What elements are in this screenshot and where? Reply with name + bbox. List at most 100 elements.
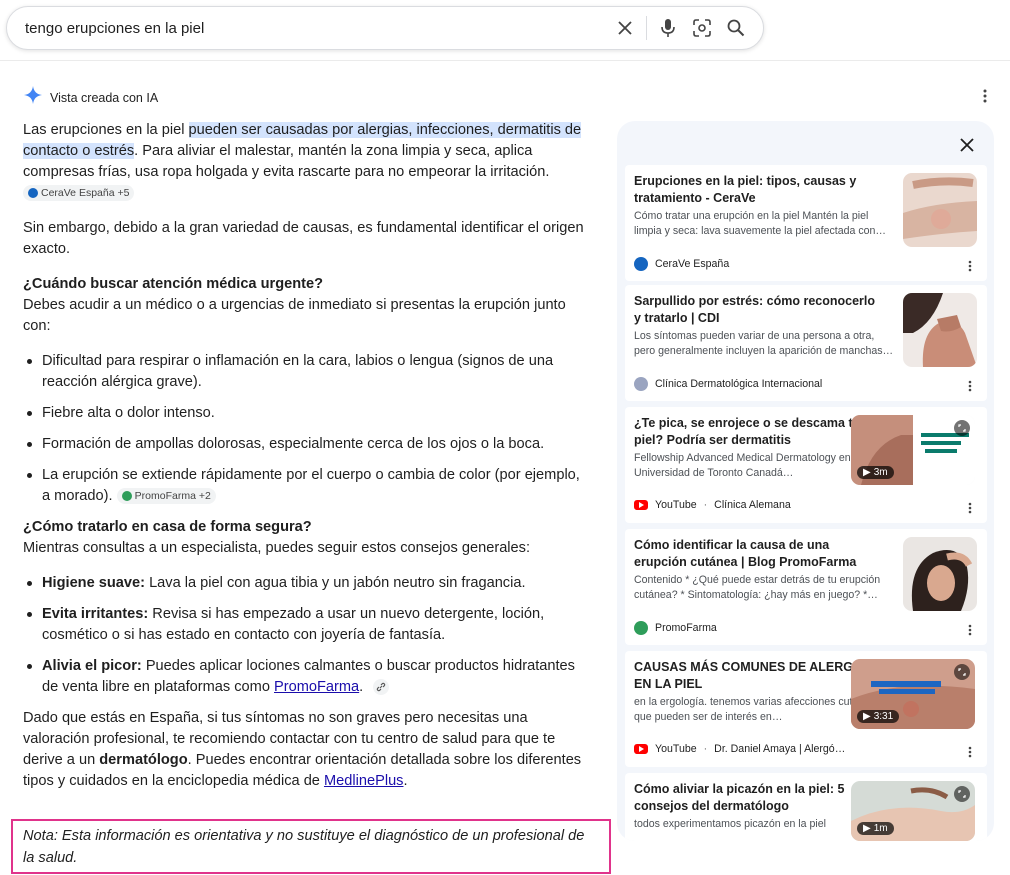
tip-text: Lava la piel con agua tibia y un jabón n… <box>145 575 526 591</box>
source-title[interactable]: Erupciones en la piel: tipos, causas y t… <box>634 173 884 207</box>
clear-icon[interactable] <box>608 11 642 45</box>
more-options-icon[interactable] <box>963 499 977 517</box>
tips-list: Higiene suave: Lava la piel con agua tib… <box>23 573 588 698</box>
list-item: La erupción se extiende rápidamente por … <box>23 465 588 507</box>
source-title[interactable]: CAUSAS MÁS COMUNES DE ALERGIA EN LA PIEL <box>634 659 884 693</box>
search-input[interactable] <box>25 19 608 37</box>
intro-text: Las erupciones en la piel <box>23 122 189 138</box>
list-item: Higiene suave: Lava la piel con agua tib… <box>23 573 588 594</box>
source-attribution: PromoFarma <box>634 621 717 635</box>
dot-separator: · <box>703 499 708 511</box>
sources-panel: Erupciones en la piel: tipos, causas y t… <box>617 121 994 841</box>
search-separator <box>646 16 647 40</box>
source-name: CeraVe España <box>655 258 730 270</box>
video-duration: ▶ 3:31 <box>857 710 900 723</box>
paragraph-2: Sin embargo, debido a la gran variedad d… <box>23 220 584 257</box>
source-name: Clínica Dermatológica Internacional <box>655 378 823 390</box>
heading-home-care: ¿Cómo tratarlo en casa de forma segura? <box>23 519 312 535</box>
source-card[interactable]: Cómo aliviar la picazón en la piel: 5 co… <box>625 773 987 841</box>
source-card[interactable]: ¿Te pica, se enrojece o se descama tu pi… <box>625 407 987 523</box>
home-care-intro: Mientras consultas a un especialista, pu… <box>23 540 531 556</box>
duration-text: 3m <box>873 467 888 478</box>
source-snippet: Cómo tratar una erupción en la piel Mant… <box>634 210 887 237</box>
more-options-icon[interactable] <box>977 86 993 106</box>
clinic-favicon-icon <box>634 377 648 391</box>
citation-chip-cerave[interactable]: CeraVe España +5 <box>23 185 135 202</box>
play-icon: ▶ <box>863 467 871 478</box>
disclaimer-note: Nota: Esta información es orientativa y … <box>11 819 611 874</box>
close-panel-icon[interactable] <box>955 133 979 157</box>
search-bar <box>6 6 764 50</box>
ai-overview-body: Las erupciones en la piel pueden ser cau… <box>23 120 588 806</box>
list-item-text: Dificultad para respirar o inflamación e… <box>42 353 554 390</box>
cerave-favicon-icon <box>634 257 648 271</box>
source-thumbnail[interactable] <box>903 537 977 611</box>
video-thumbnail[interactable]: ▶ 3m <box>851 415 975 485</box>
list-item-text: Formación de ampollas dolorosas, especia… <box>42 436 545 452</box>
medlineplus-link[interactable]: MedlinePlus <box>324 773 404 789</box>
tip-label: Higiene suave: <box>42 575 146 591</box>
source-card[interactable]: CAUSAS MÁS COMUNES DE ALERGIA EN LA PIEL… <box>625 651 987 767</box>
duration-text: 3:31 <box>873 711 894 722</box>
source-card[interactable]: Cómo identificar la causa de una erupció… <box>625 529 987 645</box>
video-duration: ▶ 3m <box>857 466 894 479</box>
source-card[interactable]: Sarpullido por estrés: cómo reconocerlo … <box>625 285 987 401</box>
source-snippet: Contenido * ¿Qué puede estar detrás de t… <box>634 574 881 601</box>
youtube-icon <box>634 744 648 754</box>
source-title[interactable]: ¿Te pica, se enrojece o se descama tu pi… <box>634 415 884 449</box>
duration-text: 1m <box>873 823 888 834</box>
header-divider <box>0 60 1010 61</box>
video-thumbnail[interactable]: ▶ 3:31 <box>851 659 975 729</box>
play-icon: ▶ <box>863 711 871 722</box>
expand-icon[interactable] <box>954 786 970 802</box>
link-icon[interactable] <box>373 679 390 696</box>
video-duration: ▶ 1m <box>857 822 894 835</box>
source-title[interactable]: Cómo aliviar la picazón en la piel: 5 co… <box>634 781 884 815</box>
source-snippet: Los síntomas pueden variar de una person… <box>634 330 894 357</box>
channel-name: Clínica Alemana <box>714 499 791 511</box>
source-title[interactable]: Cómo identificar la causa de una erupció… <box>634 537 884 571</box>
source-thumbnail[interactable] <box>903 173 977 247</box>
cerave-favicon-icon <box>28 188 38 199</box>
tip-label: Alivia el picor: <box>42 658 142 674</box>
tip-label: Evita irritantes: <box>42 606 149 622</box>
list-item: Alivia el picor: Puedes aplicar lociones… <box>23 656 588 698</box>
promofarma-favicon-icon <box>634 621 648 635</box>
ai-overview-title: Vista creada con IA <box>50 90 159 105</box>
source-thumbnail[interactable] <box>903 293 977 367</box>
urgent-intro: Debes acudir a un médico o a urgencias d… <box>23 297 566 334</box>
citation-chip-label: PromoFarma +2 <box>134 490 211 503</box>
more-options-icon[interactable] <box>963 257 977 275</box>
source-name: YouTube <box>655 499 697 511</box>
expand-icon[interactable] <box>954 420 970 436</box>
list-item: Fiebre alta o dolor intenso. <box>23 403 588 424</box>
list-item: Formación de ampollas dolorosas, especia… <box>23 434 588 455</box>
microphone-icon[interactable] <box>651 11 685 45</box>
search-icon[interactable] <box>719 11 753 45</box>
sparkle-icon <box>24 86 42 109</box>
list-item: Dificultad para respirar o inflamación e… <box>23 351 588 393</box>
source-title[interactable]: Sarpullido por estrés: cómo reconocerlo … <box>634 293 884 327</box>
expand-icon[interactable] <box>954 664 970 680</box>
tip-end: . <box>359 679 364 695</box>
source-attribution: YouTube · Clínica Alemana <box>634 499 791 511</box>
source-card[interactable]: Erupciones en la piel: tipos, causas y t… <box>625 165 987 281</box>
youtube-icon <box>634 500 648 510</box>
promofarma-link[interactable]: PromoFarma <box>274 679 359 695</box>
more-options-icon[interactable] <box>963 621 977 639</box>
paragraph-dermatologist: Dado que estás en España, si tus síntoma… <box>23 708 588 792</box>
video-thumbnail[interactable]: ▶ 1m <box>851 781 975 841</box>
citation-chip-promofarma[interactable]: PromoFarma +2 <box>116 488 216 505</box>
urgent-list: Dificultad para respirar o inflamación e… <box>23 351 588 507</box>
dot-separator: · <box>703 743 708 755</box>
source-name: PromoFarma <box>655 622 717 634</box>
channel-name: Dr. Daniel Amaya | Alergó… <box>714 743 846 755</box>
source-attribution: YouTube · Dr. Daniel Amaya | Alergó… <box>634 743 845 755</box>
source-name: YouTube <box>655 743 697 755</box>
citation-chip-label: CeraVe España +5 <box>41 187 130 200</box>
more-options-icon[interactable] <box>963 377 977 395</box>
lens-camera-icon[interactable] <box>685 11 719 45</box>
more-options-icon[interactable] <box>963 743 977 761</box>
p3-end: . <box>403 773 408 789</box>
search-bar-actions <box>608 11 753 45</box>
